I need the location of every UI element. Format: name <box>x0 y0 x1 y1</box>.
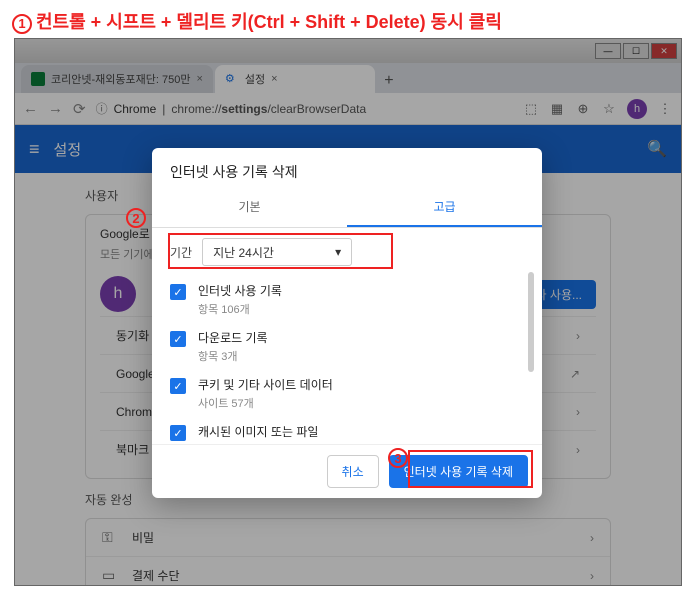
checkbox-text: 인터넷 사용 기록항목 106개 <box>198 282 282 317</box>
cancel-button[interactable]: 취소 <box>327 455 379 488</box>
checkbox-title: 인터넷 사용 기록 <box>198 282 282 299</box>
checkbox-row[interactable]: ✓ 캐시된 이미지 또는 파일317MB 미만 <box>170 417 524 445</box>
checkbox-subtitle: 항목 3개 <box>198 348 268 364</box>
checkbox-text: 다운로드 기록항목 3개 <box>198 329 268 364</box>
annotation-number-2: 2 <box>126 208 146 228</box>
checkbox-subtitle: 사이트 57개 <box>198 395 333 411</box>
checkbox-row[interactable]: ✓ 인터넷 사용 기록항목 106개 <box>170 276 524 323</box>
annotation-step1: 1컨트롤 + 시프트 + 델리트 키(Ctrl + Shift + Delete… <box>12 8 502 34</box>
checkbox-text: 캐시된 이미지 또는 파일317MB 미만 <box>198 423 318 445</box>
annotation-step2: 2 <box>126 208 150 228</box>
checkbox-row[interactable]: ✓ 쿠키 및 기타 사이트 데이터사이트 57개 <box>170 370 524 417</box>
tab-basic[interactable]: 기본 <box>152 188 347 227</box>
dropdown-icon: ▾ <box>335 245 341 259</box>
time-range-label: 기간 <box>170 244 192 261</box>
checkbox[interactable]: ✓ <box>170 425 186 441</box>
checkbox[interactable]: ✓ <box>170 378 186 394</box>
dialog-body: ✓ 인터넷 사용 기록항목 106개 ✓ 다운로드 기록항목 3개 ✓ 쿠키 및 기타 사… <box>152 276 542 445</box>
checkbox-subtitle: 항목 106개 <box>198 301 282 317</box>
dialog-actions: 취소 인터넷 사용 기록 삭제 <box>152 445 542 498</box>
checkbox[interactable]: ✓ <box>170 331 186 347</box>
annotation-step3: 3 <box>388 448 412 468</box>
dialog-title: 인터넷 사용 기록 삭제 <box>152 148 542 188</box>
annotation-number-1: 1 <box>12 14 32 34</box>
annotation-text-1: 컨트롤 + 시프트 + 델리트 키(Ctrl + Shift + Delete)… <box>36 12 502 32</box>
scrollbar[interactable] <box>528 272 534 372</box>
checkbox-row[interactable]: ✓ 다운로드 기록항목 3개 <box>170 323 524 370</box>
annotation-number-3: 3 <box>388 448 408 468</box>
clear-browsing-data-dialog: 인터넷 사용 기록 삭제 기본 고급 기간 지난 24시간 ▾ ✓ 인터넷 사용 … <box>152 148 542 498</box>
dialog-tabs: 기본 고급 <box>152 188 542 228</box>
tab-advanced[interactable]: 고급 <box>347 188 542 227</box>
time-range-row: 기간 지난 24시간 ▾ <box>152 228 542 276</box>
checkbox-title: 다운로드 기록 <box>198 329 268 346</box>
time-range-value: 지난 24시간 <box>213 244 274 261</box>
checkbox-text: 쿠키 및 기타 사이트 데이터사이트 57개 <box>198 376 333 411</box>
checkbox[interactable]: ✓ <box>170 284 186 300</box>
checkbox-title: 캐시된 이미지 또는 파일 <box>198 423 318 440</box>
checkbox-title: 쿠키 및 기타 사이트 데이터 <box>198 376 333 393</box>
time-range-select[interactable]: 지난 24시간 ▾ <box>202 238 352 266</box>
